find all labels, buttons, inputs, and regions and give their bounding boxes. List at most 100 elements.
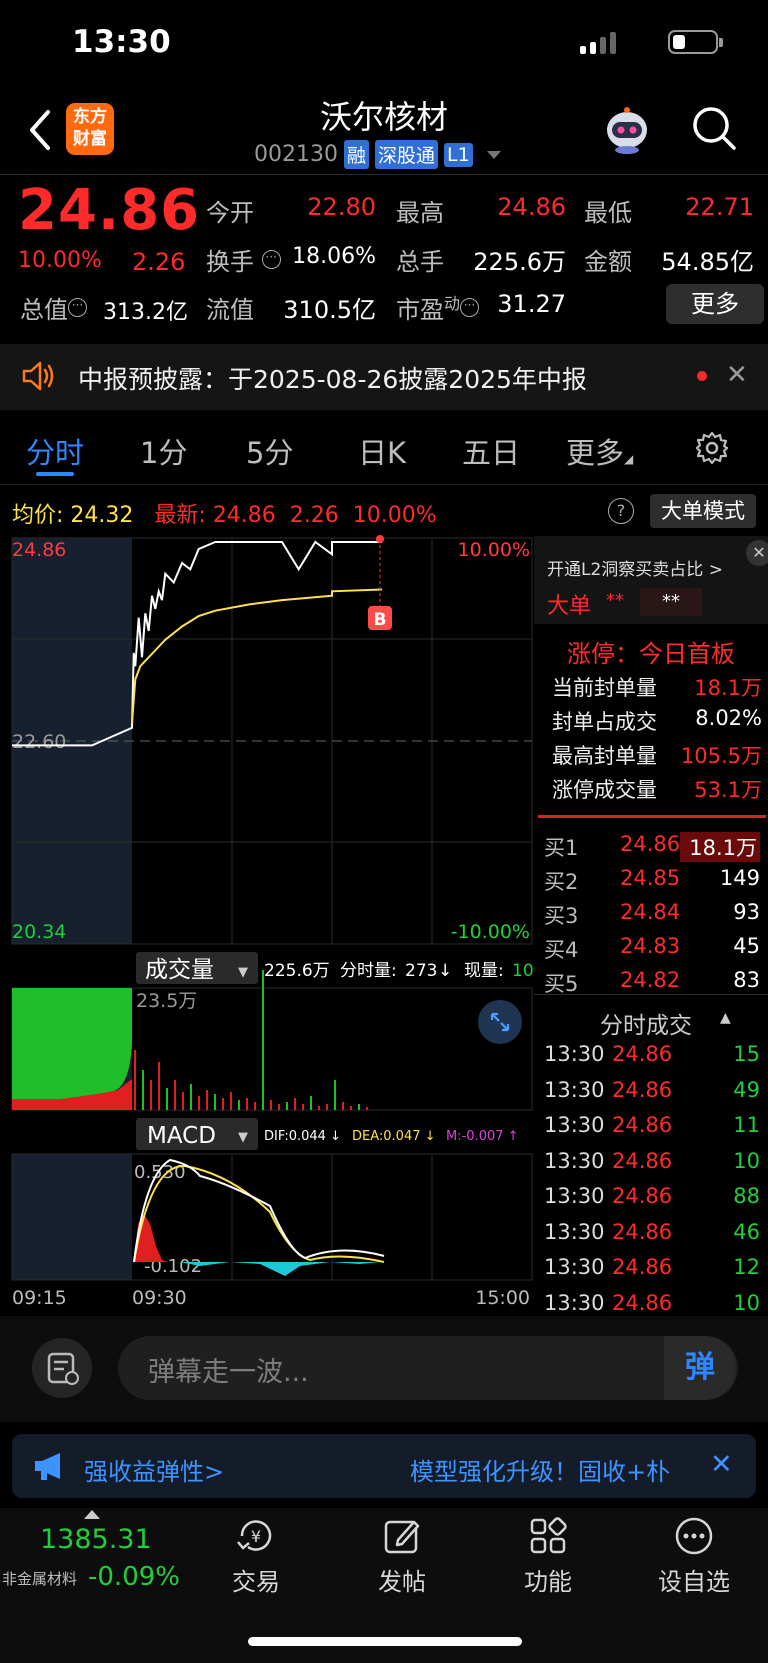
tab-5min[interactable]: 5分 — [246, 430, 293, 472]
volume-bar — [142, 1070, 144, 1110]
expand-chart-button[interactable] — [478, 1000, 522, 1044]
intraday-chart[interactable]: 24.86 22.60 20.34 10.00% -10.00% B 成交量 ▼… — [0, 534, 534, 1316]
volume-minute: 273 — [405, 961, 437, 981]
notice-text: 中报预披露：于2025-08-26披露2025年中报 — [78, 365, 587, 394]
tick-qty: 12 — [733, 1255, 760, 1279]
edit-icon — [384, 1520, 420, 1554]
limit-stat-label: 涨停成交量 — [552, 778, 657, 802]
tab-1min[interactable]: 1分 — [140, 430, 187, 472]
volume-bar — [246, 1098, 248, 1110]
close-icon[interactable]: ✕ — [710, 1449, 733, 1480]
volume-bar — [222, 1098, 224, 1110]
l2-promo-text: 开通L2洞察买卖占比 > — [547, 560, 723, 580]
tab-more[interactable]: 更多◢ — [566, 430, 633, 472]
speaker-icon — [22, 361, 54, 391]
sector-index-value[interactable]: 1385.31 — [40, 1524, 152, 1555]
high-label: 最高 — [396, 199, 444, 227]
ticks-title[interactable]: 分时成交 — [600, 1006, 692, 1040]
robot-assistant-icon[interactable] — [600, 104, 654, 156]
tick-qty: 49 — [733, 1077, 760, 1102]
close-icon[interactable]: ✕ — [746, 540, 768, 566]
svg-text:▼: ▼ — [238, 965, 248, 980]
expand-up-icon[interactable] — [84, 1510, 100, 1519]
info-icon: ··· — [68, 298, 87, 317]
bid-label: 买1 — [544, 836, 579, 860]
axis-price-max: 24.86 — [12, 539, 66, 561]
tick-qty: 10 — [733, 1290, 760, 1315]
big-order-mode-button[interactable]: 大单模式 — [650, 494, 756, 528]
big-order-value: ** — [606, 590, 624, 611]
volume-bar — [238, 1100, 240, 1110]
volume-bar — [294, 1098, 296, 1110]
volume-bar — [302, 1104, 304, 1110]
sector-index-change: -0.09% — [88, 1562, 180, 1592]
close-icon[interactable]: ✕ — [726, 360, 748, 390]
bid-qty: 149 — [719, 866, 760, 890]
volume-bar — [262, 970, 264, 1110]
unread-dot — [697, 371, 707, 381]
limit-stat-label: 封单占成交 — [552, 710, 657, 734]
axis-pct-min: -10.00% — [451, 921, 530, 943]
volume-bar — [350, 1106, 352, 1110]
turnover-label: 换手 ··· — [206, 242, 281, 277]
nav-post[interactable]: 发帖 — [352, 1514, 452, 1597]
price-change-pct: 10.00% — [18, 248, 102, 273]
tag-connect: 深股通 — [375, 140, 439, 169]
more-quote-button[interactable]: 更多 — [666, 284, 764, 324]
buy-marker-label: B — [374, 610, 387, 630]
nav-trade[interactable]: ¥ 交易 — [206, 1514, 306, 1597]
grid-icon — [530, 1517, 567, 1554]
tick-price: 24.86 — [612, 1219, 673, 1244]
tick-qty: 46 — [733, 1219, 760, 1244]
axis-pct-max: 10.00% — [458, 539, 530, 561]
stock-code-row[interactable]: 002130 融 深股通 L1 — [254, 140, 501, 169]
amount-label: 金额 — [584, 248, 632, 276]
nav-watchlist[interactable]: 设自选 — [644, 1514, 744, 1597]
trade-icon: ¥ — [237, 1520, 272, 1551]
sort-up-icon[interactable]: ▲ — [720, 1010, 731, 1026]
float-label: 流值 — [206, 296, 254, 324]
bid-label: 买3 — [544, 904, 579, 928]
svg-text:¥: ¥ — [251, 1527, 261, 1546]
volume-label: 成交量 — [145, 957, 214, 983]
tick-price: 24.86 — [612, 1184, 673, 1208]
search-icon[interactable] — [690, 104, 738, 152]
stock-code: 002130 — [254, 142, 338, 167]
volume-bar — [278, 1104, 280, 1110]
volume-value: 225.6万 — [473, 248, 566, 276]
tick-time: 13:30 — [544, 1290, 605, 1315]
high-value: 24.86 — [497, 193, 566, 221]
tick-price: 24.86 — [612, 1148, 673, 1173]
home-indicator[interactable] — [248, 1637, 522, 1646]
tick-time: 13:30 — [544, 1077, 605, 1102]
danmaku-settings-icon[interactable] — [32, 1338, 92, 1398]
volume-bar — [310, 1096, 312, 1110]
tick-qty: 15 — [733, 1042, 760, 1066]
mktcap-value: 313.2亿 — [103, 300, 188, 325]
volume-bar — [358, 1104, 360, 1110]
settings-gear-icon[interactable] — [694, 430, 730, 466]
volume-bar — [190, 1084, 192, 1110]
time-tick-0930: 09:30 — [132, 1287, 187, 1309]
volume-current: 10 — [512, 961, 534, 981]
tab-daily-k[interactable]: 日K — [358, 430, 406, 472]
volume-bar — [254, 1102, 256, 1110]
tab-intraday[interactable]: 分时 — [26, 430, 84, 472]
megaphone-icon — [35, 1453, 60, 1480]
tick-price: 24.86 — [612, 1113, 673, 1137]
volume-current-label: 现量: — [464, 961, 504, 981]
danmaku-send-button[interactable]: 弹 — [664, 1336, 736, 1400]
tab-five-day[interactable]: 五日 — [462, 430, 520, 472]
volume-total: 225.6万 — [264, 961, 330, 981]
volume-bar — [326, 1104, 328, 1110]
nav-functions[interactable]: 功能 — [498, 1514, 598, 1597]
bid-price: 24.84 — [620, 900, 681, 924]
chart-header: 均价: 24.32 最新: 24.86 2.26 10.00% — [12, 503, 437, 528]
volume-bar — [318, 1106, 320, 1110]
low-label: 最低 — [584, 199, 632, 227]
tick-qty: 88 — [733, 1184, 760, 1208]
tag-level: L1 — [444, 142, 473, 167]
volume-max-label: 23.5万 — [136, 990, 197, 1012]
status-time: 13:30 — [72, 24, 171, 60]
help-icon[interactable]: ? — [608, 498, 634, 524]
